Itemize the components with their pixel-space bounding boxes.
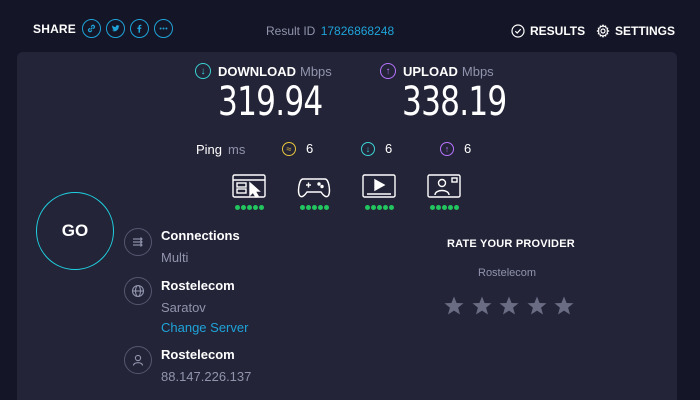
star-icon[interactable]: [497, 294, 521, 318]
download-arrow-icon: ↓: [195, 63, 211, 79]
share-group: SHARE: [33, 19, 178, 38]
user-icon: [124, 346, 152, 374]
upload-label: UPLOAD: [403, 63, 458, 79]
upload-value: 338.19: [402, 79, 507, 125]
result-id-link[interactable]: 17826868248: [321, 24, 394, 38]
results-panel: [17, 52, 677, 400]
download-label: DOWNLOAD: [218, 63, 296, 79]
jitter-value: 6: [306, 141, 314, 156]
twitter-icon[interactable]: [106, 19, 126, 38]
results-button[interactable]: RESULTS: [511, 24, 585, 38]
ping-download: ↓ 6: [361, 141, 392, 156]
download-unit: Mbps: [300, 63, 332, 79]
star-icon[interactable]: [525, 294, 549, 318]
ping-jitter: ≈ 6: [282, 141, 313, 156]
jitter-icon: ≈: [282, 141, 296, 156]
results-label: RESULTS: [530, 24, 586, 38]
star-icon[interactable]: [552, 294, 576, 318]
globe-icon: [124, 277, 152, 305]
server-name: Rostelecom: [161, 278, 235, 293]
more-icon[interactable]: [154, 19, 174, 38]
facebook-icon[interactable]: [130, 19, 150, 38]
upload-header: ↑ UPLOAD Mbps: [380, 63, 494, 79]
settings-button[interactable]: SETTINGS: [596, 24, 675, 38]
ping-label-group: Ping ms: [196, 141, 245, 157]
upload-ping-value: 6: [464, 141, 472, 156]
quality-dots: [425, 205, 463, 210]
upload-unit: Mbps: [461, 63, 494, 79]
change-server-link[interactable]: Change Server: [161, 320, 248, 335]
download-value: 319.94: [218, 79, 323, 125]
upload-ping-icon: ↑: [440, 141, 454, 156]
ping-upload: ↑ 6: [440, 141, 471, 156]
rate-provider-title: RATE YOUR PROVIDER: [447, 238, 575, 250]
gear-icon: [596, 24, 610, 38]
ping-label: Ping: [196, 141, 223, 157]
streaming-icon: [362, 174, 396, 198]
star-icon[interactable]: [470, 294, 494, 318]
video-call-icon: [427, 174, 461, 198]
connections-value: Multi: [161, 250, 189, 265]
upload-arrow-icon: ↑: [380, 63, 396, 79]
rating-stars: [442, 294, 580, 318]
service-browsing[interactable]: [230, 173, 268, 210]
top-bar: SHARE Result ID 17826868248 RESULTS SETT…: [0, 0, 700, 50]
gaming-icon: [297, 178, 331, 198]
result-id-label: Result ID: [266, 24, 316, 38]
download-ping-icon: ↓: [361, 141, 375, 156]
link-icon[interactable]: [82, 19, 102, 38]
result-id: Result ID 17826868248: [266, 24, 394, 38]
service-video-call[interactable]: [425, 173, 463, 210]
download-header: ↓ DOWNLOAD Mbps: [195, 63, 332, 79]
download-ping-value: 6: [385, 141, 393, 156]
browsing-icon: [232, 174, 266, 198]
quality-dots: [295, 205, 333, 210]
rate-provider-name: Rostelecom: [478, 267, 537, 279]
share-label: SHARE: [33, 21, 77, 36]
client-ip: 88.147.226.137: [161, 369, 252, 384]
settings-label: SETTINGS: [615, 24, 676, 38]
server-location: Saratov: [161, 300, 206, 315]
client-isp: Rostelecom: [161, 347, 235, 362]
connections-icon: [124, 228, 152, 256]
star-icon[interactable]: [442, 294, 466, 318]
check-circle-icon: [511, 24, 525, 38]
quality-dots: [230, 205, 268, 210]
ping-unit: ms: [228, 141, 246, 157]
go-button[interactable]: GO: [36, 192, 114, 270]
connections-title: Connections: [161, 228, 240, 243]
service-streaming[interactable]: [360, 173, 398, 210]
service-gaming[interactable]: [295, 173, 333, 210]
quality-dots: [360, 205, 398, 210]
